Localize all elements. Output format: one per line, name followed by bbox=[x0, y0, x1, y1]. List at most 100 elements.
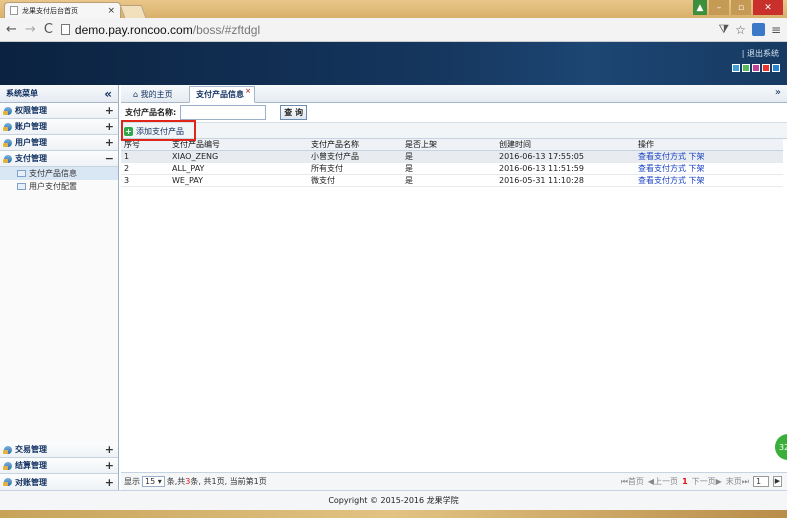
menu-group-label: 对账管理 bbox=[15, 477, 47, 487]
user-group-icon bbox=[3, 138, 12, 147]
go-page-button[interactable]: ▶ bbox=[773, 476, 782, 487]
new-tab-button[interactable] bbox=[119, 5, 147, 18]
collapse-sidebar-icon[interactable]: « bbox=[104, 87, 112, 101]
view-methods-link[interactable]: 查看支付方式 bbox=[638, 152, 686, 161]
filter-icon[interactable]: ⧩ bbox=[718, 22, 729, 37]
cell-name: 小曾支付产品 bbox=[308, 150, 402, 163]
current-page: 1 bbox=[682, 477, 688, 486]
user-group-icon bbox=[3, 461, 12, 470]
payment-product-table: 序号 支付产品编号 支付产品名称 是否上架 创建时间 操作 1 XIAO_ZEN… bbox=[121, 139, 783, 187]
main-panel: ⌂ 我的主页 支付产品信息 × » 支付产品名称: 查 询 + 添加支付产品 序… bbox=[121, 85, 787, 490]
prev-page-button[interactable]: ◀上一页 bbox=[648, 476, 678, 487]
cell-code: WE_PAY bbox=[169, 174, 308, 187]
close-tab-icon[interactable]: × bbox=[107, 6, 115, 16]
sidebar-item-label: 用户支付配置 bbox=[29, 182, 77, 191]
next-page-button[interactable]: 下一页▶ bbox=[692, 476, 722, 487]
theme-swatch[interactable] bbox=[732, 64, 740, 72]
url-path: /boss/#zftdgl bbox=[192, 22, 261, 37]
sidebar-title: 系统菜单 bbox=[6, 89, 38, 98]
sidebar-item-payment-products[interactable]: 支付产品信息 bbox=[0, 167, 118, 180]
search-bar: 支付产品名称: 查 询 bbox=[121, 103, 787, 123]
user-group-icon bbox=[3, 106, 12, 115]
expand-icon[interactable]: + bbox=[105, 443, 114, 456]
menu-group-label: 用户管理 bbox=[15, 138, 47, 147]
minimize-button[interactable]: – bbox=[709, 0, 729, 15]
menu-group-permissions[interactable]: 权限管理 + bbox=[0, 103, 118, 119]
take-offline-link[interactable]: 下架 bbox=[689, 164, 705, 173]
cell-created: 2016-05-31 11:10:28 bbox=[496, 174, 635, 187]
column-header[interactable]: 操作 bbox=[635, 139, 783, 151]
expand-icon[interactable]: + bbox=[105, 104, 114, 117]
cell-ops: 查看支付方式 下架 bbox=[635, 174, 783, 187]
tab-label: 支付产品信息 bbox=[196, 90, 244, 99]
cell-ops: 查看支付方式 下架 bbox=[635, 162, 783, 175]
menu-group-users[interactable]: 用户管理 + bbox=[0, 135, 118, 151]
menu-group-label: 交易管理 bbox=[15, 445, 47, 454]
url-host: demo.pay.roncoo.com bbox=[74, 22, 193, 37]
theme-swatch[interactable] bbox=[772, 64, 780, 72]
collapse-icon[interactable]: − bbox=[105, 152, 114, 165]
close-window-button[interactable]: ✕ bbox=[753, 0, 783, 15]
star-icon[interactable]: ☆ bbox=[735, 23, 746, 37]
view-methods-link[interactable]: 查看支付方式 bbox=[638, 176, 686, 185]
theme-swatches bbox=[732, 64, 780, 72]
browser-actions: ⧩ ☆ ≡ bbox=[718, 22, 781, 37]
pager-show-label: 显示 bbox=[124, 477, 140, 486]
table-row[interactable]: 1 XIAO_ZENG 小曾支付产品 是 2016-06-13 17:55:05… bbox=[121, 150, 783, 163]
menu-group-label: 结算管理 bbox=[15, 461, 47, 470]
url-field[interactable]: demo.pay.roncoo.com/boss/#zftdgl bbox=[60, 22, 261, 37]
expand-icon[interactable]: + bbox=[105, 120, 114, 133]
theme-swatch[interactable] bbox=[742, 64, 750, 72]
table-row[interactable]: 2 ALL_PAY 所有支付 是 2016-06-13 11:51:59 查看支… bbox=[121, 162, 783, 175]
first-page-button[interactable]: ⏮首页 bbox=[621, 476, 644, 487]
sidebar-bottom-groups: 交易管理 + 结算管理 + 对账管理 + bbox=[0, 442, 118, 490]
cell-name: 微支付 bbox=[308, 174, 402, 187]
page-size-select[interactable]: 15 ▾ bbox=[142, 476, 165, 487]
theme-swatch[interactable] bbox=[762, 64, 770, 72]
menu-group-transactions[interactable]: 交易管理 + bbox=[0, 442, 118, 458]
tabs-more-icon[interactable]: » bbox=[775, 87, 781, 98]
column-header[interactable]: 支付产品名称 bbox=[308, 139, 402, 151]
user-icon[interactable]: ▲ bbox=[693, 0, 707, 15]
pager-summary-pre: 条,共 bbox=[166, 477, 186, 486]
take-offline-link[interactable]: 下架 bbox=[689, 176, 705, 185]
cell-online: 是 bbox=[402, 162, 496, 175]
expand-icon[interactable]: + bbox=[105, 459, 114, 472]
reload-button[interactable]: C bbox=[44, 22, 53, 37]
last-page-button[interactable]: 末页⏭ bbox=[726, 476, 749, 487]
column-header[interactable]: 是否上架 bbox=[402, 139, 496, 151]
column-header[interactable]: 创建时间 bbox=[496, 139, 635, 151]
table-row[interactable]: 3 WE_PAY 微支付 是 2016-05-31 11:10:28 查看支付方… bbox=[121, 174, 783, 187]
extension-icon[interactable] bbox=[751, 23, 765, 36]
cell-online: 是 bbox=[402, 174, 496, 187]
page-number-input[interactable]: 1 bbox=[753, 476, 769, 487]
grid-toolbar: + 添加支付产品 bbox=[121, 120, 787, 141]
search-button[interactable]: 查 询 bbox=[280, 105, 307, 120]
sidebar-item-user-payment-config[interactable]: 用户支付配置 bbox=[0, 180, 118, 193]
forward-button[interactable]: → bbox=[25, 22, 36, 37]
back-button[interactable]: ← bbox=[6, 22, 17, 37]
take-offline-link[interactable]: 下架 bbox=[689, 152, 705, 161]
close-tab-icon[interactable]: × bbox=[245, 87, 251, 95]
theme-swatch[interactable] bbox=[752, 64, 760, 72]
logout-link[interactable]: | 退出系统 bbox=[742, 48, 779, 59]
document-icon bbox=[60, 24, 70, 35]
menu-group-accounts[interactable]: 账户管理 + bbox=[0, 119, 118, 135]
maximize-button[interactable]: ▫ bbox=[731, 0, 751, 15]
tab-home[interactable]: ⌂ 我的主页 bbox=[127, 86, 179, 103]
product-name-input[interactable] bbox=[180, 105, 267, 120]
expand-icon[interactable]: + bbox=[105, 476, 114, 489]
menu-group-payments[interactable]: 支付管理 − bbox=[0, 151, 118, 167]
user-group-icon bbox=[3, 154, 12, 163]
menu-group-label: 账户管理 bbox=[15, 122, 47, 131]
menu-group-label: 支付管理 bbox=[15, 154, 47, 163]
expand-icon[interactable]: + bbox=[105, 136, 114, 149]
user-group-icon bbox=[3, 122, 12, 131]
tab-payment-products[interactable]: 支付产品信息 × bbox=[189, 86, 255, 103]
menu-group-reconciliation[interactable]: 对账管理 + bbox=[0, 474, 118, 490]
menu-group-settlement[interactable]: 结算管理 + bbox=[0, 458, 118, 474]
view-methods-link[interactable]: 查看支付方式 bbox=[638, 164, 686, 173]
menu-icon[interactable]: ≡ bbox=[771, 23, 781, 37]
address-bar: ← → C demo.pay.roncoo.com/boss/#zftdgl ⧩… bbox=[0, 18, 787, 42]
browser-tab[interactable]: 龙果支付后台首页 × bbox=[4, 2, 121, 18]
